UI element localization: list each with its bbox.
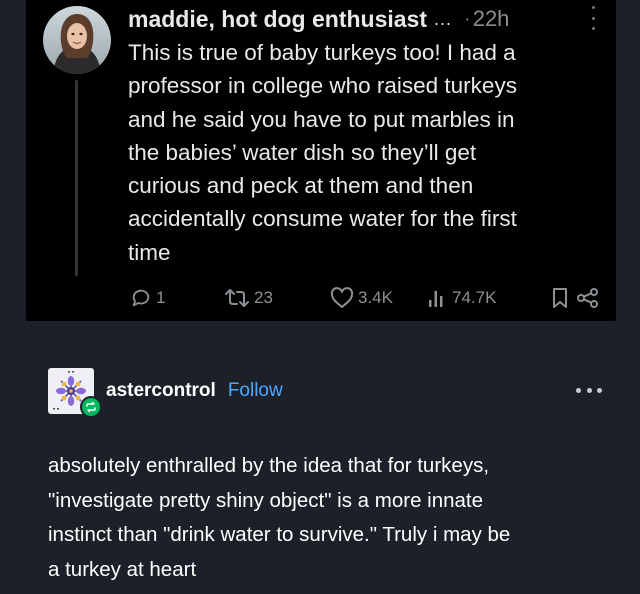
tweet-body-text: This is true of baby turkeys too! I had …	[128, 40, 517, 265]
bookmark-icon	[550, 287, 570, 309]
share-button[interactable]	[576, 283, 600, 313]
views-count: 74.7K	[452, 288, 497, 307]
reply-button[interactable]: 1	[130, 283, 165, 313]
retweet-count: 23	[254, 288, 273, 307]
share-icon	[576, 287, 600, 309]
views-chart-icon	[428, 287, 448, 309]
like-count: 3.4K	[358, 288, 393, 307]
follow-button[interactable]: Follow	[228, 380, 283, 402]
reply-count: 1	[156, 288, 166, 307]
tweet-author-name[interactable]: maddie, hot dog enthusiast	[128, 6, 427, 33]
reblog-user-row: astercontrol Follow	[106, 378, 283, 404]
more-horizontal-icon[interactable]	[576, 388, 602, 394]
reblog-username[interactable]: astercontrol	[106, 380, 216, 402]
embedded-tweet: maddie, hot dog enthusiast ... · 22h Thi…	[26, 0, 616, 321]
reblog-body-text: absolutely enthralled by the idea that f…	[48, 454, 511, 582]
thread-line	[75, 80, 78, 276]
tweet-author-avatar[interactable]	[43, 6, 111, 74]
name-truncation-ellipsis: ...	[434, 8, 453, 29]
tweet-timestamp[interactable]: 22h	[473, 6, 510, 32]
retweet-icon	[224, 287, 250, 309]
tweet-action-bar: 1 23 3.4K 74.7K	[128, 283, 598, 313]
like-button[interactable]: 3.4K	[330, 283, 393, 313]
tweet-header: maddie, hot dog enthusiast ... · 22h	[128, 4, 602, 34]
heart-icon	[330, 287, 354, 309]
more-vertical-icon[interactable]	[590, 6, 596, 30]
reply-icon	[130, 287, 152, 309]
bookmark-button[interactable]	[550, 283, 570, 313]
separator-dot: ·	[464, 7, 471, 30]
retweet-button[interactable]: 23	[224, 283, 273, 313]
reblog-icon	[80, 396, 102, 418]
views-button[interactable]: 74.7K	[428, 283, 496, 313]
